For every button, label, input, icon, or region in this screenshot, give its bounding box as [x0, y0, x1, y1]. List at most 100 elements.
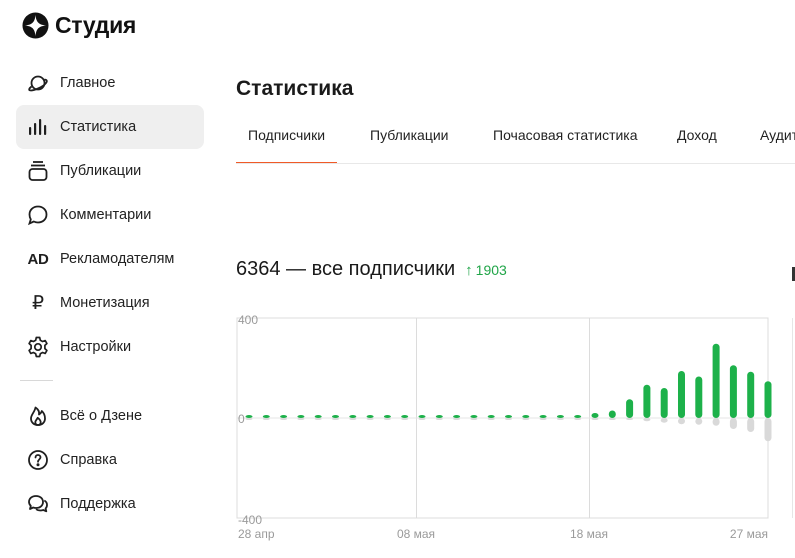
chart-bar-positive: [626, 399, 634, 418]
tab-subscribers[interactable]: Подписчики: [236, 110, 338, 163]
chart-bar-positive: [695, 376, 703, 418]
chart-bar-positive: [297, 415, 305, 418]
chart-bar-negative: [574, 418, 582, 420]
chart-bar-negative: [505, 418, 512, 420]
chart-bar-negative: [332, 418, 339, 420]
chart-bar-positive: [764, 381, 772, 418]
sidebar-nav: Главное Статистика Публикации Комментари…: [16, 61, 204, 369]
chart-bar-positive: [418, 415, 426, 418]
chart-bar-negative: [556, 418, 564, 420]
chart-bar-positive: [487, 415, 495, 418]
next-card-edge-line: [792, 318, 793, 518]
chart-x-tick-label: 28 апр: [238, 527, 275, 541]
sidebar-bottom-nav: Всё о Дзене Справка Поддержка: [16, 394, 204, 526]
sidebar-item-label: Статистика: [60, 119, 137, 135]
chart-bar-negative: [418, 418, 426, 420]
sidebar-item-about-zen[interactable]: Всё о Дзене: [16, 394, 204, 438]
chart-bar-positive: [591, 413, 599, 418]
sidebar-item-publications[interactable]: Публикации: [16, 149, 204, 193]
chart-bar-negative: [747, 418, 755, 432]
sidebar-item-statistics[interactable]: Статистика: [16, 105, 204, 149]
chart-bar-positive: [383, 415, 391, 418]
chart-bar-positive: [729, 365, 737, 418]
sidebar-item-monetization[interactable]: ₽ Монетизация: [16, 281, 204, 325]
chart-bar-negative: [764, 418, 772, 442]
chart-bar-positive: [678, 371, 685, 418]
chart-bar-negative: [591, 418, 599, 420]
chart-bar-negative: [349, 418, 357, 420]
sidebar-divider: [20, 380, 53, 381]
chart-bar-positive: [401, 415, 409, 418]
chart-y-tick-label: 400: [238, 313, 258, 327]
gear-icon: [26, 335, 50, 359]
ruble-icon: ₽: [31, 292, 45, 314]
app-title: Студия: [55, 11, 137, 38]
subscribers-total: 6364 — все подписчики: [236, 258, 456, 280]
chart-bar-positive: [470, 415, 478, 418]
sidebar-item-settings[interactable]: Настройки: [16, 325, 204, 369]
chart-bar-positive: [522, 415, 530, 418]
stack-icon: [26, 159, 50, 183]
chart-bar-positive: [608, 410, 616, 418]
chart-bar-negative: [435, 418, 443, 420]
flame-icon: [26, 404, 50, 428]
chart-bar-negative: [366, 418, 374, 420]
chart-bar-negative: [401, 418, 409, 420]
sidebar-item-label: Справка: [60, 452, 117, 468]
subscribers-summary: 6364 — все подписчики ↑ 1903: [236, 258, 507, 281]
chart-bar-positive: [262, 415, 270, 418]
chart-x-tick-label: 27 мая: [730, 527, 768, 541]
chart-y-tick-label: -400: [238, 513, 262, 527]
chart-bar-positive: [453, 415, 461, 418]
sidebar-item-label: Монетизация: [60, 295, 150, 311]
sidebar-item-label: Комментарии: [60, 207, 152, 223]
zen-logo-icon: [22, 11, 49, 39]
tab-income[interactable]: Доход: [677, 110, 717, 163]
chart-bar-negative: [314, 418, 322, 420]
chart-bar-negative: [522, 418, 530, 420]
sidebar-item-label: Всё о Дзене: [60, 408, 143, 424]
chart-bar-positive: [349, 415, 357, 418]
chart-bar-positive: [314, 415, 322, 418]
chart-bar-positive: [539, 415, 547, 418]
page-title: Статистика: [236, 77, 354, 100]
support-chat-icon: [26, 492, 50, 516]
chart-bar-negative: [262, 418, 270, 420]
sidebar-item-label: Рекламодателям: [60, 251, 175, 267]
chart-bar-positive: [556, 415, 564, 418]
chart-bar-negative: [608, 418, 616, 420]
chart-y-tick-label: 0: [238, 412, 245, 426]
chart-bar-positive: [332, 415, 339, 418]
subscribers-delta: ↑ 1903: [465, 262, 507, 279]
chart-bar-negative: [695, 418, 703, 425]
chart-bar-negative: [245, 418, 253, 420]
tab-audit[interactable]: Аудит: [760, 110, 795, 163]
chart-bar-negative: [297, 418, 305, 420]
chart-bar-positive: [505, 415, 512, 418]
sidebar-item-home[interactable]: Главное: [16, 61, 204, 105]
chart-bar-negative: [539, 418, 547, 420]
sidebar-item-help[interactable]: Справка: [16, 438, 204, 482]
sidebar-item-label: Публикации: [60, 163, 142, 179]
tab-publications[interactable]: Публикации: [370, 110, 448, 163]
chart-bar-positive: [660, 388, 668, 418]
chart-bar-positive: [280, 415, 288, 418]
sidebar-item-label: Главное: [60, 75, 116, 91]
ad-icon: AD: [27, 250, 49, 268]
comment-icon: [26, 203, 50, 227]
chart-bar-negative: [643, 418, 651, 422]
chart-bar-negative: [280, 418, 288, 420]
chart-bar-positive: [574, 415, 582, 418]
subscribers-delta-value: 1903: [475, 262, 507, 278]
studio-logo[interactable]: Студия: [22, 11, 136, 39]
chart-bar-negative: [729, 418, 737, 429]
sidebar-item-label: Поддержка: [60, 496, 136, 512]
tab-hourly-stats[interactable]: Почасовая статистика: [493, 110, 638, 163]
sidebar-item-advertisers[interactable]: AD Рекламодателям: [16, 237, 204, 281]
chart-bar-negative: [453, 418, 461, 420]
sidebar-item-support[interactable]: Поддержка: [16, 482, 204, 526]
chart-bar-negative: [712, 418, 720, 426]
sidebar-item-label: Настройки: [60, 339, 132, 355]
sidebar-item-comments[interactable]: Комментарии: [16, 193, 204, 237]
stats-tabs: Подписчики Публикации Почасовая статисти…: [236, 110, 795, 164]
